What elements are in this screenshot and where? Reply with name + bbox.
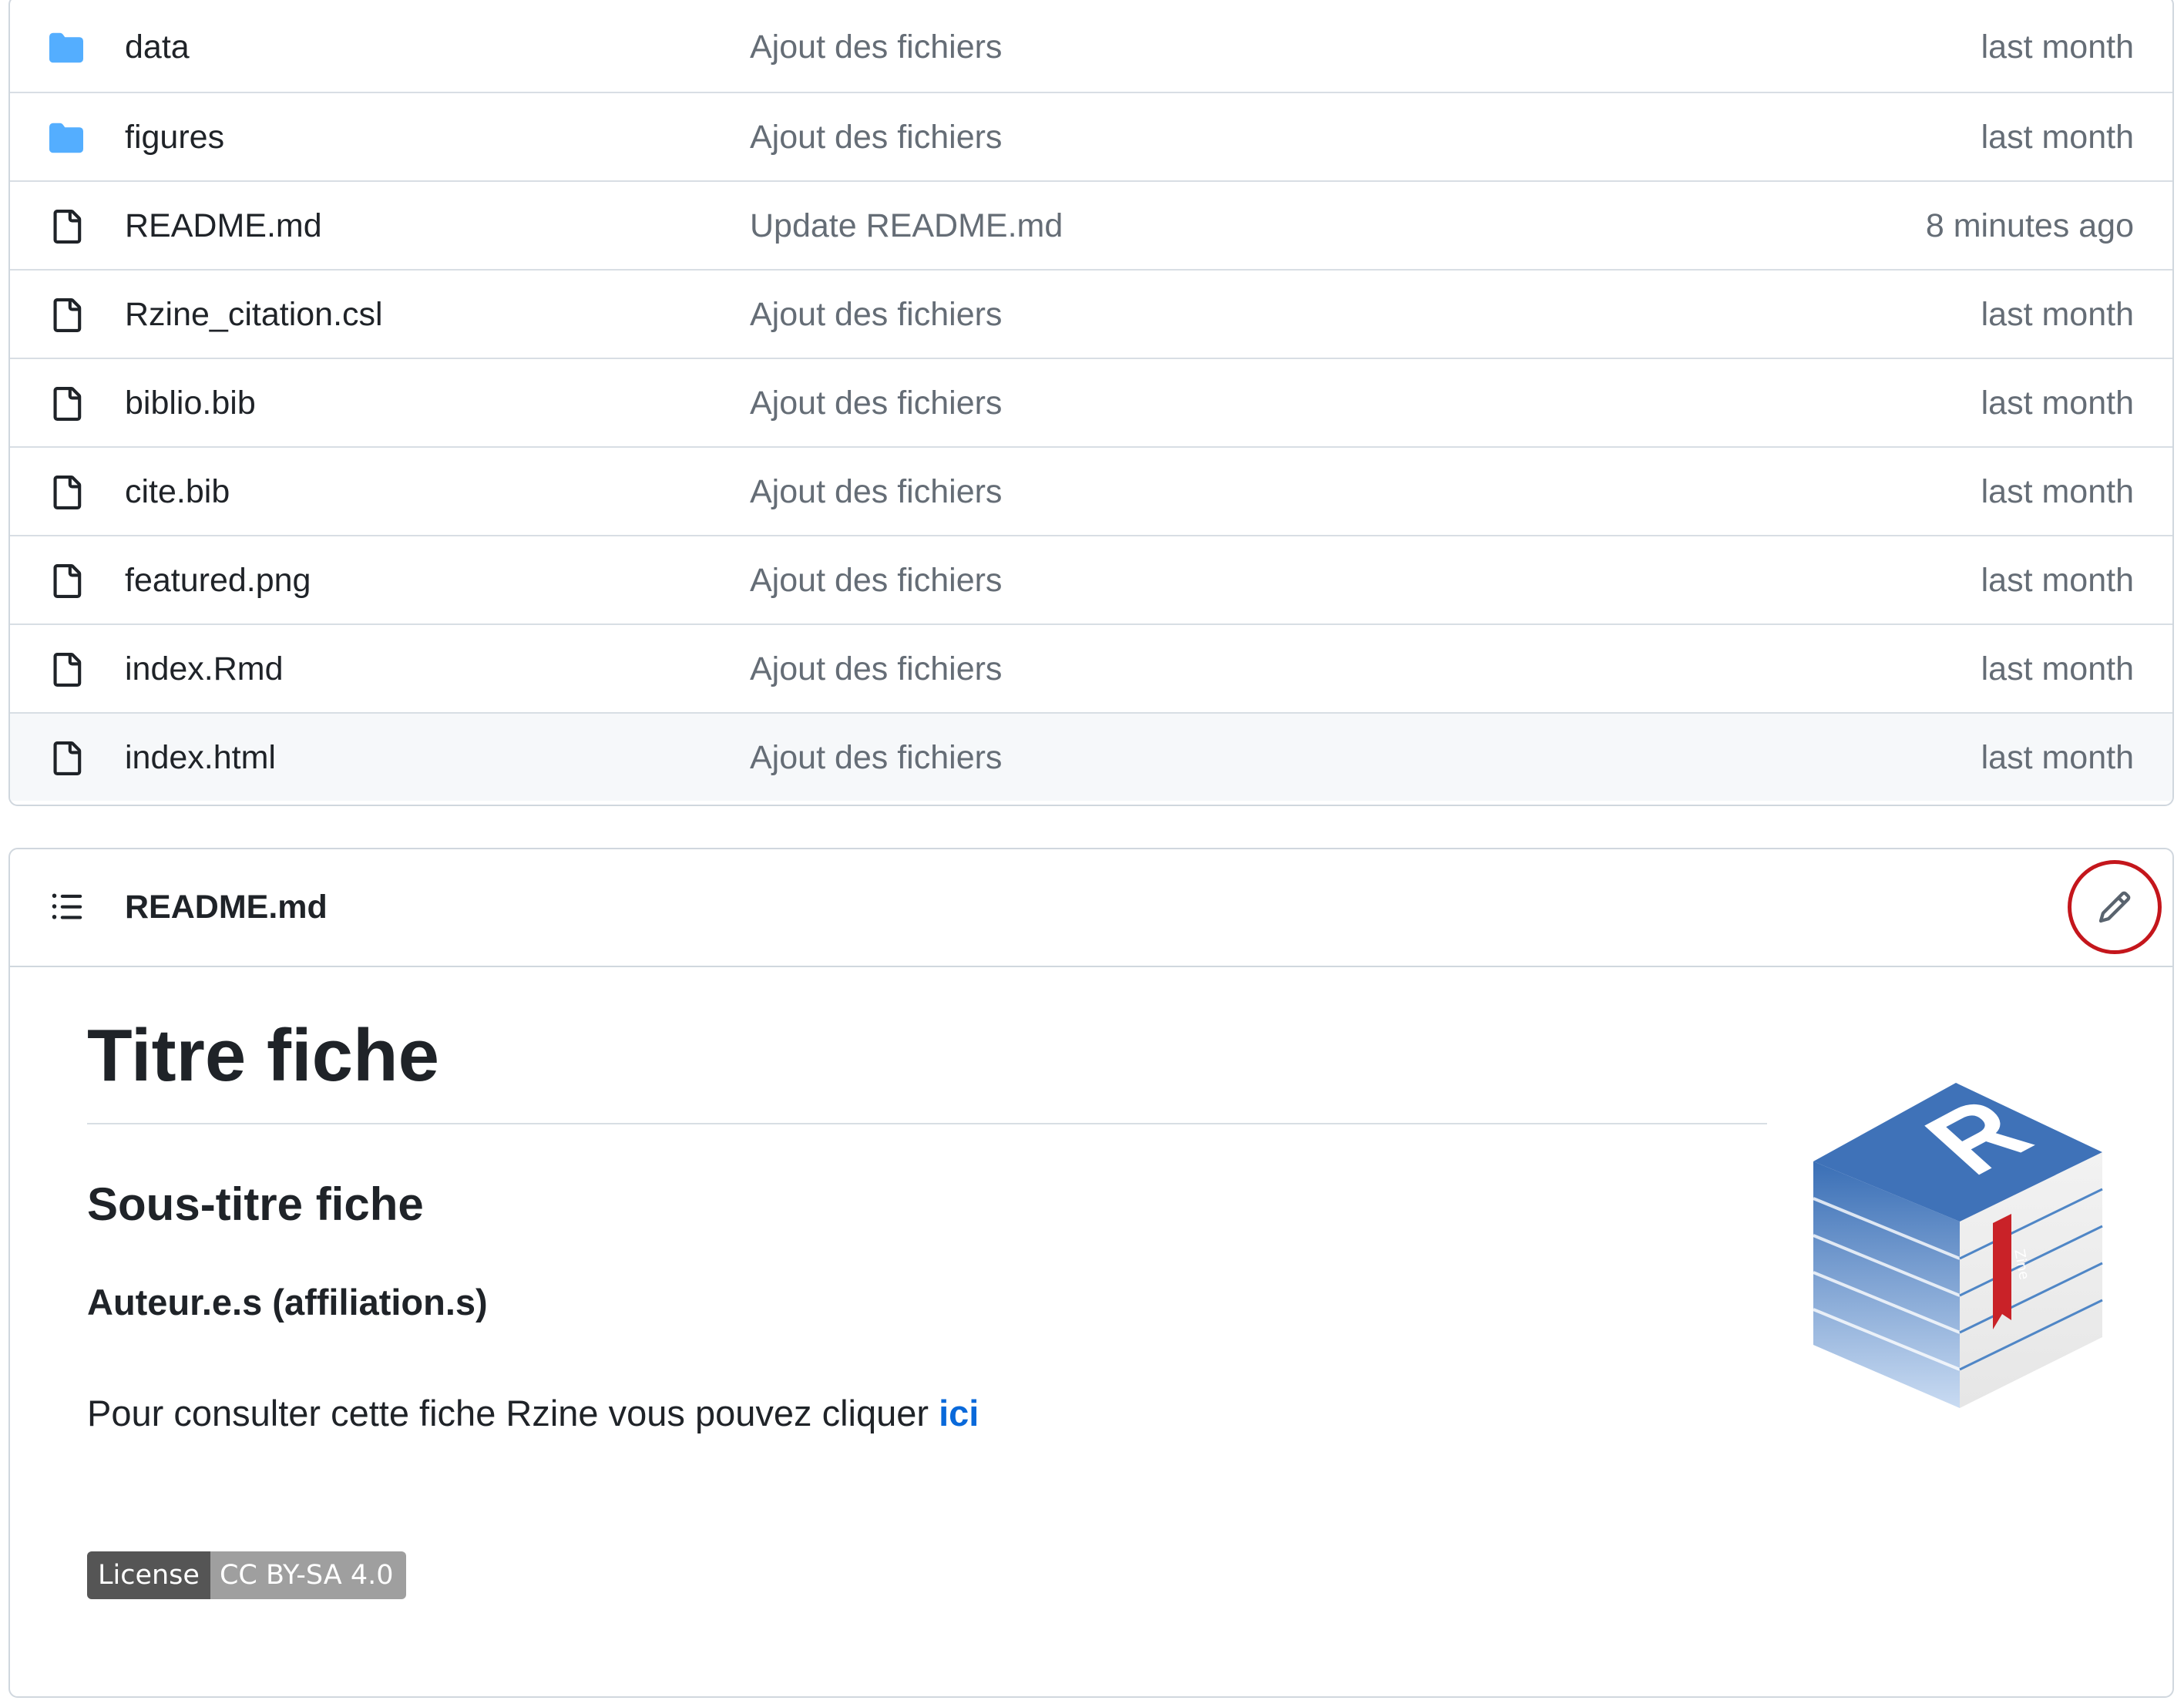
edit-readme-button[interactable] — [2068, 860, 2162, 954]
file-icon — [53, 741, 82, 775]
file-name[interactable]: index.html — [125, 714, 276, 802]
file-row-rzine-citation[interactable]: Rzine_citation.csl Ajout des fichiers la… — [10, 269, 2172, 358]
badge-label: License — [87, 1551, 210, 1599]
file-icon — [53, 210, 82, 244]
commit-age: last month — [1981, 650, 2134, 687]
folder-icon — [49, 32, 83, 63]
paragraph-text: Pour consulter cette fiche Rzine vous po… — [87, 1393, 939, 1433]
file-row-index-rmd[interactable]: index.Rmd Ajout des fichiers last month — [10, 623, 2172, 712]
file-icon — [53, 298, 82, 332]
file-name[interactable]: index.Rmd — [125, 625, 284, 714]
file-name[interactable]: figures — [125, 93, 224, 182]
commit-age: last month — [1981, 473, 2134, 510]
list-unordered-icon[interactable] — [49, 889, 86, 923]
file-name[interactable]: Rzine_citation.csl — [125, 271, 383, 359]
readme-paragraph: Pour consulter cette fiche Rzine vous po… — [87, 1390, 979, 1437]
file-icon — [53, 476, 82, 509]
file-name[interactable]: featured.png — [125, 536, 311, 625]
folder-icon — [49, 123, 83, 153]
file-row-cite[interactable]: cite.bib Ajout des fichiers last month — [10, 446, 2172, 535]
file-name[interactable]: biblio.bib — [125, 359, 256, 448]
readme-subtitle: Sous-titre fiche — [87, 1178, 424, 1230]
file-name[interactable]: cite.bib — [125, 448, 230, 536]
commit-age: last month — [1981, 29, 2134, 66]
readme-panel: README.md Titre fiche Sous-titre fiche A… — [8, 848, 2174, 1698]
readme-header: README.md — [10, 849, 2172, 967]
file-list: data Ajout des fichiers last month figur… — [8, 0, 2174, 806]
commit-age: last month — [1981, 296, 2134, 333]
readme-title: Titre fiche — [87, 1014, 440, 1097]
file-icon — [53, 564, 82, 598]
readme-authors: Auteur.e.s (affiliation.s) — [87, 1282, 488, 1323]
commit-message[interactable]: Ajout des fichiers — [750, 714, 1002, 802]
title-divider — [87, 1123, 1767, 1124]
commit-age: last month — [1981, 119, 2134, 156]
file-row-biblio[interactable]: biblio.bib Ajout des fichiers last month — [10, 358, 2172, 446]
file-row-featured[interactable]: featured.png Ajout des fichiers last mon… — [10, 535, 2172, 623]
commit-message[interactable]: Ajout des fichiers — [750, 448, 1002, 536]
commit-message[interactable]: Ajout des fichiers — [750, 271, 1002, 359]
commit-message[interactable]: Ajout des fichiers — [750, 93, 1002, 182]
rzine-logo: R Zine — [1813, 1080, 2103, 1408]
badge-value: CC BY-SA 4.0 — [210, 1551, 406, 1599]
file-icon — [53, 653, 82, 687]
commit-message[interactable]: Ajout des fichiers — [750, 3, 1002, 92]
commit-age: last month — [1981, 739, 2134, 776]
readme-filename[interactable]: README.md — [125, 849, 328, 966]
file-row-readme[interactable]: README.md Update README.md 8 minutes ago — [10, 180, 2172, 269]
file-row-index-html[interactable]: index.html Ajout des fichiers last month — [10, 712, 2172, 801]
file-row-figures[interactable]: figures Ajout des fichiers last month — [10, 92, 2172, 180]
consult-link[interactable]: ici — [939, 1393, 979, 1433]
file-name[interactable]: README.md — [125, 182, 322, 271]
commit-age: last month — [1981, 385, 2134, 422]
commit-message[interactable]: Ajout des fichiers — [750, 625, 1002, 714]
file-name[interactable]: data — [125, 3, 190, 92]
license-badge[interactable]: License CC BY-SA 4.0 — [87, 1551, 406, 1599]
commit-message[interactable]: Ajout des fichiers — [750, 359, 1002, 448]
file-row-data[interactable]: data Ajout des fichiers last month — [10, 3, 2172, 92]
pencil-icon — [2098, 891, 2131, 923]
commit-message[interactable]: Ajout des fichiers — [750, 536, 1002, 625]
commit-age: 8 minutes ago — [1925, 207, 2134, 244]
file-icon — [53, 387, 82, 421]
commit-message[interactable]: Update README.md — [750, 182, 1063, 271]
commit-age: last month — [1981, 562, 2134, 599]
